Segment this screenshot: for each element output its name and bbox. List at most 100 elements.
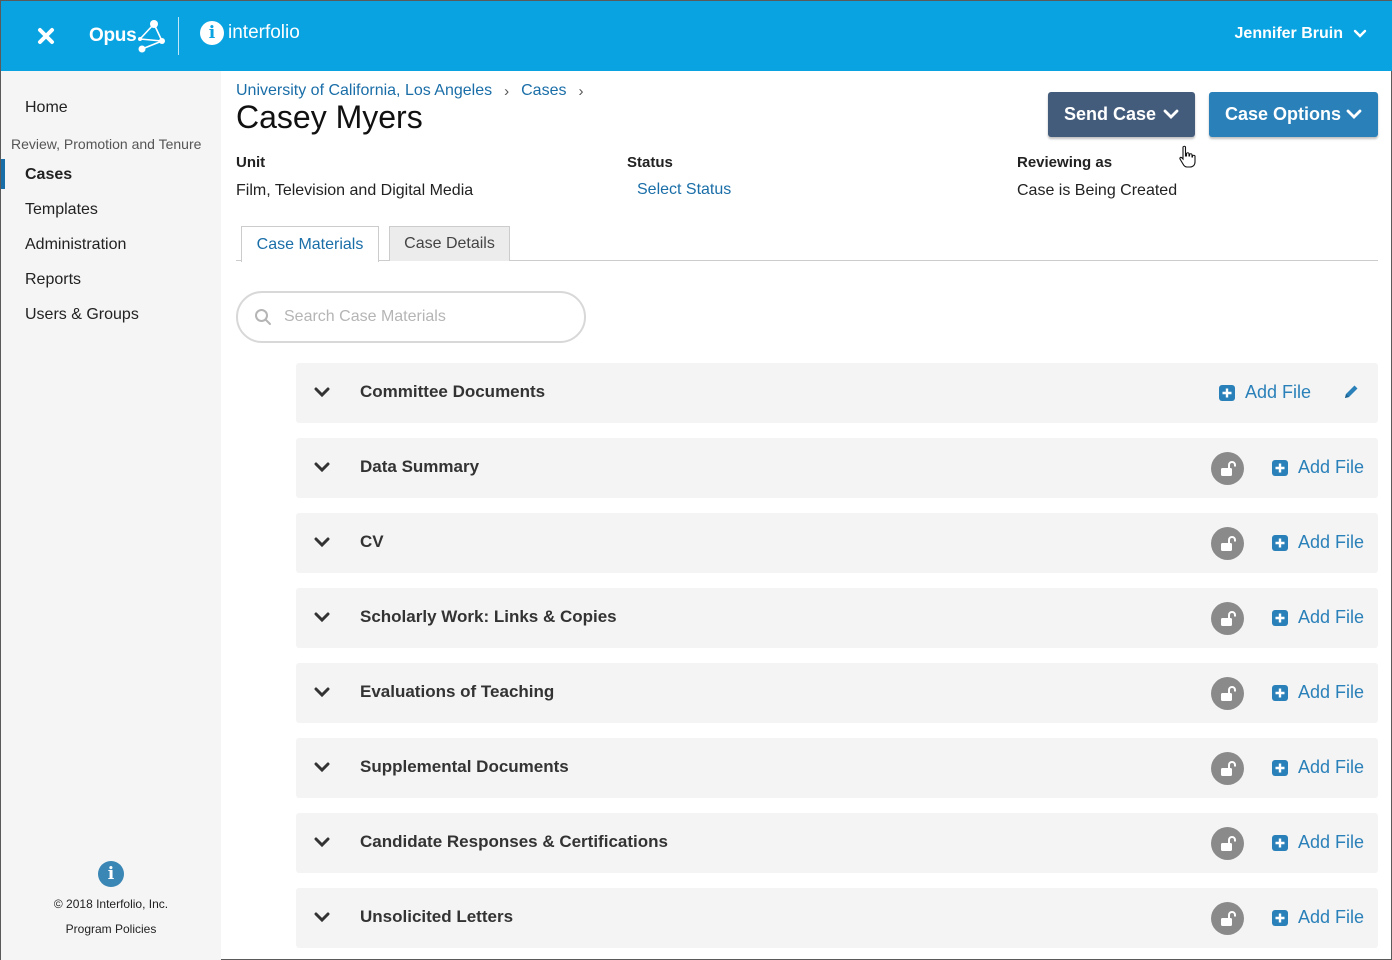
sidebar-section-label: Review, Promotion and Tenure [11,136,202,152]
section-evaluations-of-teaching: Evaluations of Teaching Add File [296,663,1378,723]
section-title: Data Summary [360,457,480,476]
sidebar-item-home[interactable]: Home [25,99,68,117]
section-candidate-responses: Candidate Responses & Certifications Add… [296,813,1378,873]
sidebar-item-administration[interactable]: Administration [25,236,126,254]
user-menu[interactable]: Jennifer Bruin [1235,25,1367,43]
section-title: CV [360,532,384,551]
add-file-label: Add File [1298,532,1365,552]
unlock-icon[interactable] [1211,677,1244,710]
unit-value: Film, Television and Digital Media [236,182,474,199]
chevron-down-icon[interactable] [314,833,330,853]
section-unsolicited-letters: Unsolicited Letters Add File [296,888,1378,948]
logo-divider [178,17,179,55]
add-file-button[interactable]: Add File [1219,382,1311,403]
select-status-link[interactable]: Select Status [637,181,731,199]
add-file-button[interactable]: Add File [1272,532,1364,553]
pointer-cursor-icon [1179,145,1196,168]
sidebar-item-users-groups[interactable]: Users & Groups [25,306,139,324]
section-committee-documents: Committee Documents Add File [296,363,1378,423]
unlock-icon[interactable] [1211,902,1244,935]
sidebar: Home Review, Promotion and Tenure Cases … [1,71,221,960]
chevron-down-icon[interactable] [314,458,330,478]
section-supplemental-documents: Supplemental Documents Add File [296,738,1378,798]
reviewing-as-label: Reviewing as [1017,154,1113,171]
pencil-icon[interactable] [1342,383,1360,401]
user-name: Jennifer Bruin [1234,25,1343,42]
unlock-icon[interactable] [1211,602,1244,635]
breadcrumb-cases[interactable]: Cases [521,82,566,100]
plus-square-icon [1219,384,1235,401]
plus-square-icon [1272,834,1288,851]
unlock-icon[interactable] [1211,452,1244,485]
opus-logo[interactable]: Opus [89,15,168,57]
chevron-down-icon[interactable] [314,533,330,553]
chevron-down-icon[interactable] [314,758,330,778]
unlock-icon[interactable] [1211,827,1244,860]
section-title: Committee Documents [360,382,546,401]
interfolio-logo[interactable]: i interfolio [200,21,300,45]
search-input[interactable] [284,308,564,326]
page-title: Casey Myers [236,99,423,135]
plus-square-icon [1272,909,1288,926]
chevron-down-icon[interactable] [314,683,330,703]
case-options-button[interactable]: Case Options [1209,92,1378,137]
program-policies-link[interactable]: Program Policies [1,922,221,936]
reviewing-as-value: Case is Being Created [1017,182,1178,199]
plus-square-icon [1272,684,1288,701]
section-title: Unsolicited Letters [360,907,514,926]
section-scholarly-work: Scholarly Work: Links & Copies Add File [296,588,1378,648]
chevron-right-icon: › [578,82,584,100]
breadcrumb-org[interactable]: University of California, Los Angeles [236,82,492,100]
add-file-button[interactable]: Add File [1272,457,1364,478]
section-title: Scholarly Work: Links & Copies [360,607,617,626]
interfolio-info-icon: i [200,21,224,45]
chevron-down-icon[interactable] [314,608,330,628]
add-file-button[interactable]: Add File [1272,757,1364,778]
plus-square-icon [1272,609,1288,626]
chevron-down-icon[interactable] [314,383,330,403]
add-file-button[interactable]: Add File [1272,607,1364,628]
sidebar-item-cases[interactable]: Cases [25,166,72,184]
add-file-label: Add File [1298,682,1365,702]
breadcrumb: University of California, Los Angeles › … [236,82,595,100]
close-icon[interactable] [35,25,57,47]
copyright: © 2018 Interfolio, Inc. [53,897,169,911]
chevron-down-icon[interactable] [314,908,330,928]
chevron-down-icon [1353,29,1367,38]
section-title: Supplemental Documents [360,757,569,776]
add-file-label: Add File [1298,757,1365,777]
section-cv: CV Add File [296,513,1378,573]
plus-square-icon [1272,759,1288,776]
tab-case-materials[interactable]: Case Materials [241,226,379,262]
chevron-down-icon [1346,109,1362,119]
chevron-right-icon: › [504,82,510,100]
status-label: Status [627,154,673,171]
tab-case-details[interactable]: Case Details [389,226,510,261]
add-file-label: Add File [1298,457,1365,477]
active-indicator [1,159,5,189]
add-file-button[interactable]: Add File [1272,907,1364,928]
unlock-icon[interactable] [1211,527,1244,560]
section-data-summary: Data Summary Add File [296,438,1378,498]
add-file-label: Add File [1298,607,1365,627]
opus-logo-text: Opus [89,25,137,46]
section-title: Evaluations of Teaching [360,682,555,701]
sidebar-item-templates[interactable]: Templates [25,201,98,219]
add-file-button[interactable]: Add File [1272,832,1364,853]
add-file-button[interactable]: Add File [1272,682,1364,703]
plus-square-icon [1272,459,1288,476]
interfolio-logo-text: interfolio [228,22,300,43]
section-title: Candidate Responses & Certifications [360,832,668,851]
plus-square-icon [1272,534,1288,551]
search-icon [255,309,271,325]
info-icon[interactable]: i [98,861,124,887]
network-icon [138,20,166,53]
case-options-label: Case Options [1225,104,1342,124]
send-case-button[interactable]: Send Case [1048,92,1195,137]
search-box [236,291,586,343]
add-file-label: Add File [1298,907,1365,927]
unlock-icon[interactable] [1211,752,1244,785]
unit-label: Unit [236,154,266,171]
send-case-label: Send Case [1064,104,1157,124]
sidebar-item-reports[interactable]: Reports [25,271,81,289]
